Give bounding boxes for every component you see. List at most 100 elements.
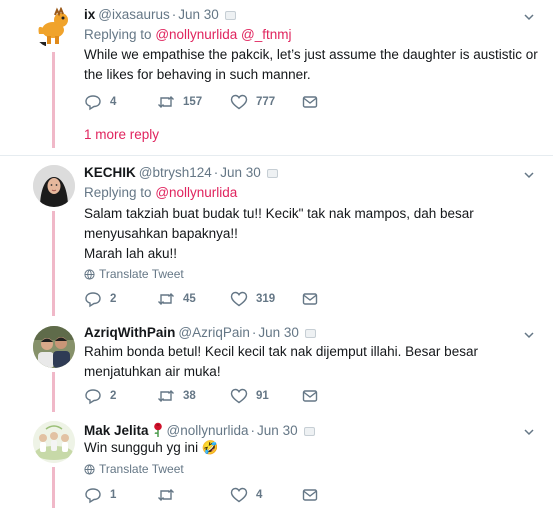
avatar[interactable] [33,421,75,463]
display-name[interactable]: Mak Jelita [84,423,149,438]
retweet-button[interactable]: 157 [157,93,202,111]
tweet-text: While we empathise the pakcik, let’s jus… [84,47,538,82]
like-count: 4 [256,489,263,501]
reply-button[interactable]: 2 [84,387,116,405]
thread-line [52,372,55,412]
display-name[interactable]: KECHIK [84,165,136,180]
reply-icon [85,95,101,111]
like-icon [230,388,248,404]
replying-to: Replying to @nollynurlida @_ftnmj [84,27,292,42]
chevron-down-icon[interactable] [523,329,535,341]
user-handle[interactable]: @AzriqPain [178,325,249,340]
like-count: 91 [256,390,269,402]
replying-mentions[interactable]: @nollynurlida @_ftnmj [155,27,291,42]
tweet-actions: 2 45 319 [84,290,324,308]
display-name[interactable]: AzriqWithPain [84,325,175,340]
user-handle[interactable]: @ixasaurus [98,7,169,22]
direct-message-icon [302,390,318,402]
like-button[interactable]: 319 [230,290,275,308]
separator-dot: · [213,165,219,180]
retweet-count: 45 [183,293,196,305]
retweet-icon [158,96,174,108]
like-button[interactable]: 91 [230,387,269,405]
retweet-icon [158,390,174,402]
like-count: 319 [256,293,276,305]
reply-button[interactable]: 2 [84,290,116,308]
avatar[interactable] [33,6,75,48]
like-button[interactable]: 777 [230,93,275,111]
thread-line [52,467,55,508]
separator-dot: · [171,7,177,22]
direct-message-icon [302,489,318,501]
reply-count: 2 [110,293,117,305]
separator-dot: · [251,325,257,340]
avatar[interactable] [33,165,75,207]
tweet-actions: 4 157 777 [84,93,324,111]
tweet-actions: 2 38 91 [84,387,324,405]
thread-line [52,52,55,148]
reply-icon [85,488,101,504]
direct-message-button[interactable] [302,290,318,308]
tweet-date[interactable]: Jun 30 [257,423,298,438]
reply-count: 1 [110,489,117,501]
translate-tweet-link[interactable]: Translate Tweet [84,462,184,476]
reply-button[interactable]: 4 [84,93,116,111]
tweet-mak-jelita[interactable]: Mak Jelita @nollynurlida · Jun 30 Win sungg… [0,412,553,508]
like-icon [230,94,248,110]
retweet-button[interactable]: 38 [157,387,196,405]
like-icon [230,291,248,307]
tweet-text: Rahim bonda betul! Kecil kecil tak nak d… [84,344,478,379]
direct-message-button[interactable] [302,93,318,111]
retweet-button[interactable]: 45 [157,290,196,308]
thread-line [52,211,55,316]
tweet-text-line: Salam takziah buat budak tu!! Kecik" tak… [84,206,474,241]
like-icon [230,487,248,503]
tweet-ix[interactable]: ix @ixasaurus · Jun 30 Replying to @nollynu… [0,0,553,155]
retweet-button[interactable] [157,486,183,504]
like-button[interactable]: 4 [230,486,262,504]
chevron-down-icon[interactable] [523,11,535,23]
tweet-header: AzriqWithPain @AzriqPain · Jun 30 [84,325,316,340]
like-count: 777 [256,96,276,108]
tweet-date[interactable]: Jun 30 [220,165,261,180]
media-badge-icon [224,11,236,20]
translate-label: Translate Tweet [99,267,184,281]
avatar[interactable] [33,326,75,368]
reply-icon [85,389,101,405]
chevron-down-icon[interactable] [523,426,535,438]
globe-icon [84,464,95,475]
reply-count: 4 [110,96,117,108]
reply-count: 2 [110,390,117,402]
media-badge-icon [304,329,316,338]
direct-message-icon [302,293,318,305]
direct-message-icon [302,96,318,108]
translate-tweet-link[interactable]: Translate Tweet [84,267,184,281]
user-handle[interactable]: @nollynurlida [167,423,249,438]
replying-to: Replying to @nollynurlida [84,185,237,200]
tweet-kechik[interactable]: KECHIK @btrysh124 · Jun 30 Replying to @nol… [0,156,553,316]
direct-message-button[interactable] [302,486,318,504]
replying-prefix: Replying to [84,185,152,200]
separator-dot: · [250,423,256,438]
reply-icon [85,292,101,308]
tweet-text-line: Marah lah aku!! [84,246,178,261]
tweet-text: Salam takziah buat budak tu!! Kecik" tak… [84,204,544,264]
tweet-text: Win sungguh yg ini 🤣 [84,440,219,455]
tweet-azriqwithpain[interactable]: AzriqWithPain @AzriqPain · Jun 30 Rahim bon… [0,316,553,412]
media-badge-icon [266,169,278,178]
user-handle[interactable]: @btrysh124 [139,165,212,180]
tweet-date[interactable]: Jun 30 [178,7,219,22]
tweet-actions: 1 4 [84,486,324,504]
display-name[interactable]: ix [84,7,95,22]
retweet-icon [158,293,174,305]
show-more-replies-link[interactable]: 1 more reply [84,127,159,142]
retweet-icon [158,489,174,501]
replying-mentions[interactable]: @nollynurlida [155,185,237,200]
tweet-date[interactable]: Jun 30 [258,325,299,340]
reply-button[interactable]: 1 [84,486,116,504]
replying-prefix: Replying to [84,27,152,42]
retweet-count: 38 [183,390,196,402]
chevron-down-icon[interactable] [523,169,535,181]
translate-label: Translate Tweet [99,462,184,476]
direct-message-button[interactable] [302,387,318,405]
